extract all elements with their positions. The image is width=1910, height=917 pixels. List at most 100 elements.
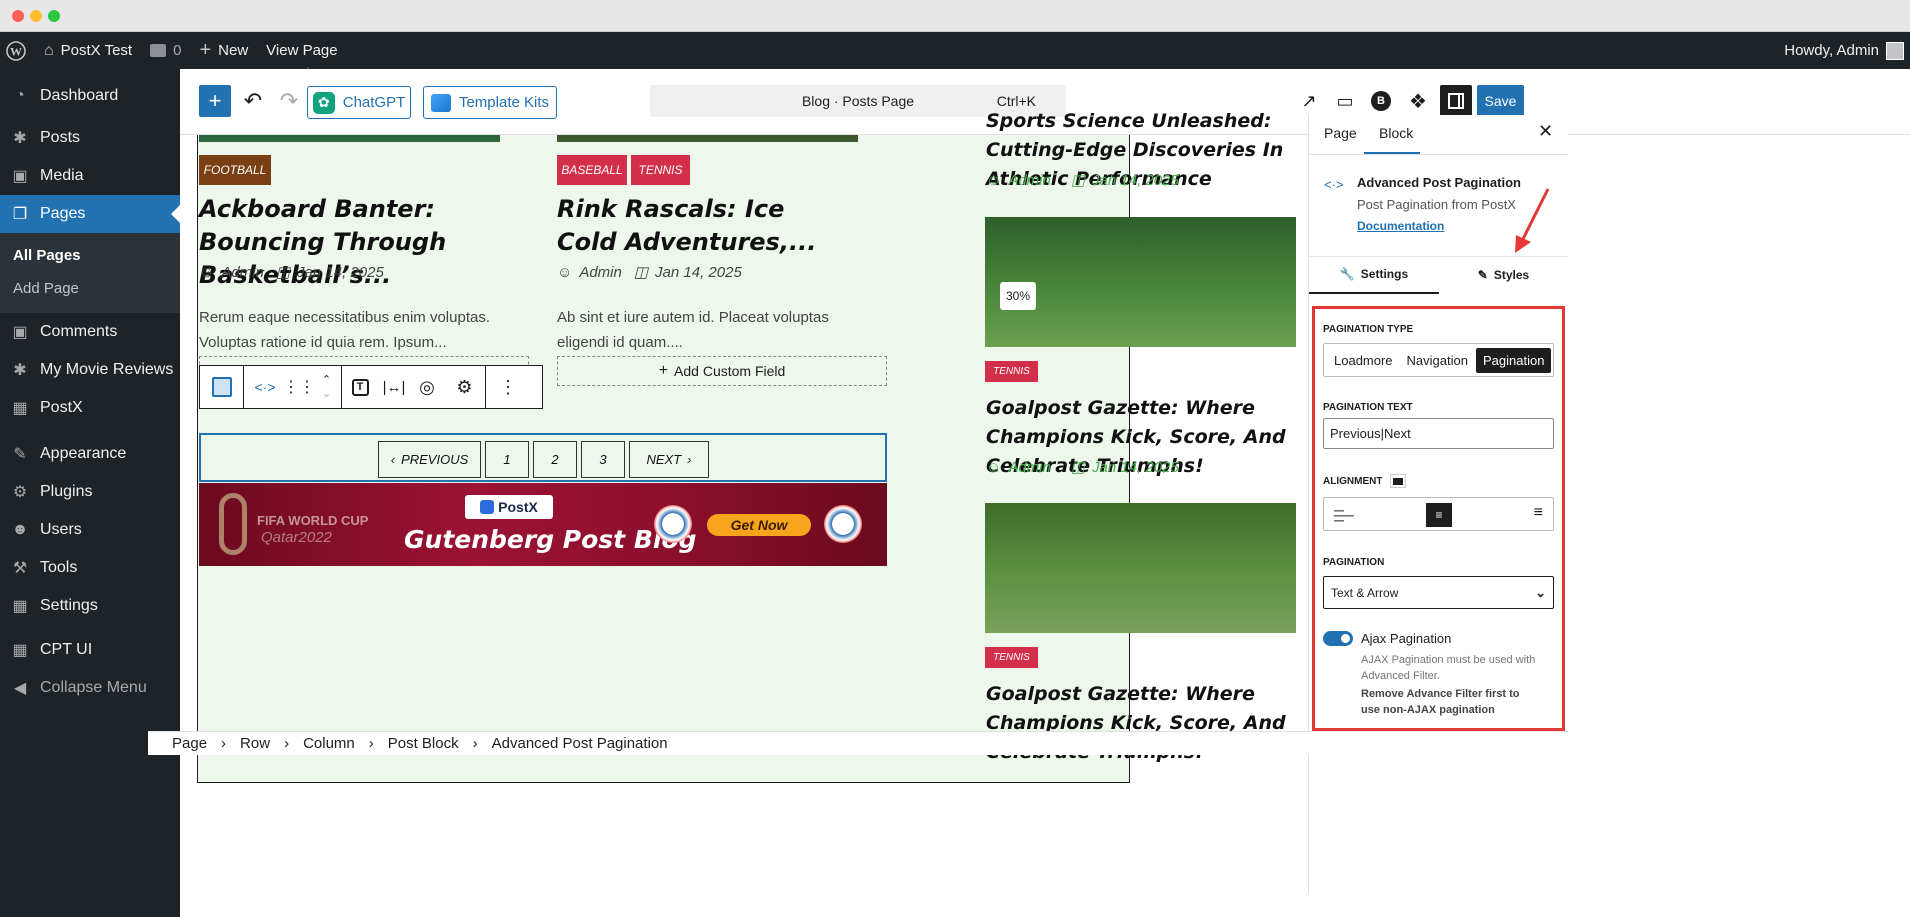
drag-handle-icon[interactable]: ⋮⋮ (283, 366, 315, 408)
close-panel-icon[interactable]: ✕ (1538, 121, 1553, 142)
pagination-page-3[interactable]: 3 (581, 441, 625, 478)
postx-builder-icon[interactable]: ❖ (1402, 85, 1434, 117)
football-icon (824, 505, 862, 543)
pagination-style-select[interactable]: Text & Arrow ⌄ (1323, 576, 1554, 609)
sidebar-item-settings[interactable]: ▦ Settings (0, 587, 180, 625)
sidebar-item-tools[interactable]: ⚒ Tools (0, 549, 180, 587)
align-right-icon[interactable]: ≡ (1534, 504, 1543, 522)
right-post-image-soccer[interactable]: 30% (985, 217, 1296, 347)
chatgpt-button[interactable] (307, 67, 309, 69)
breadcrumb-row[interactable]: Row (240, 735, 270, 752)
sidebar-item-postx[interactable]: ▦ PostX (0, 389, 180, 427)
document-title: Blog · Posts Page (801, 93, 915, 109)
author-name[interactable]: Admin (579, 264, 622, 281)
sidebar-item-movie-reviews[interactable]: ✱ My Movie Reviews (0, 351, 180, 389)
breadcrumb-page[interactable]: Page (172, 735, 207, 752)
post-meta-mid: ☺ Admin ◫ Jan 14, 2025 (557, 263, 742, 282)
close-window-button[interactable] (12, 10, 24, 22)
device-preview-icon[interactable]: ▭ (1329, 85, 1361, 117)
pagination-page-1[interactable]: 1 (485, 441, 529, 478)
sidebar-item-appearance[interactable]: ✎ Appearance (0, 435, 180, 473)
category-tag-baseball[interactable]: BASEBALL (557, 155, 627, 185)
minimize-window-button[interactable] (30, 10, 42, 22)
pagination-next-button[interactable]: NEXT › (629, 441, 709, 478)
align-left-icon[interactable]: ─ ── ─ (1334, 503, 1354, 527)
type-navigation-option[interactable]: Navigation (1401, 348, 1474, 373)
pagination-text-input[interactable]: Previous|Next (1323, 418, 1554, 449)
breadcrumb-post-block[interactable]: Post Block (388, 735, 459, 752)
post-image-baseball[interactable]: 20 (557, 135, 858, 142)
desktop-icon[interactable] (1390, 474, 1407, 488)
plugin-b-icon[interactable]: B (1365, 85, 1397, 117)
type-loadmore-option[interactable]: Loadmore (1328, 348, 1399, 373)
comments-count: 0 (173, 42, 182, 59)
breadcrumb-separator-icon: › (472, 735, 478, 752)
author-name[interactable]: Admin (221, 264, 264, 281)
pagination-previous-button[interactable]: ‹ PREVIOUS (378, 441, 481, 478)
chatgpt-launch-button[interactable]: ✿ ChatGPT (307, 86, 411, 119)
redo-icon[interactable]: ↷ (273, 85, 305, 117)
save-button[interactable]: Save (1477, 85, 1524, 117)
view-page-link[interactable]: View Page (257, 32, 346, 69)
add-custom-field-button[interactable]: + Add Custom Field (557, 356, 887, 386)
tab-page[interactable]: Page (1324, 125, 1357, 141)
submenu-add-page[interactable]: Add Page (0, 272, 180, 305)
my-account-link[interactable]: Howdy, Admin (1775, 32, 1910, 69)
sidebar-item-posts[interactable]: ✱ Posts (0, 119, 180, 157)
more-options-icon[interactable]: ⋮ (486, 366, 530, 408)
right-post-image-rugby[interactable] (985, 503, 1296, 633)
brush-icon: ✎ (1477, 268, 1488, 282)
typography-icon[interactable]: T (342, 366, 378, 408)
palette-icon[interactable]: ◎ (410, 366, 444, 408)
category-tag-football[interactable]: FOOTBALL (199, 155, 271, 185)
block-type-button[interactable] (200, 366, 244, 408)
post-image-football[interactable] (199, 135, 500, 142)
width-icon[interactable]: |↔| (378, 366, 410, 408)
tab-block[interactable]: Block (1379, 125, 1413, 141)
get-now-button[interactable]: Get Now (707, 514, 811, 536)
breadcrumb-column[interactable]: Column (303, 735, 355, 752)
sidebar-item-dashboard[interactable]: ◔ Dashboard (0, 77, 180, 115)
collapse-menu-button[interactable]: ◀ Collapse Menu (0, 669, 180, 707)
sidebar-item-comments[interactable]: ▣ Comments (0, 313, 180, 351)
add-block-button[interactable]: + (199, 85, 231, 117)
window-titlebar (0, 0, 1910, 32)
move-up-down-icon[interactable]: ⌃ ⌄ (312, 366, 342, 408)
maximize-window-button[interactable] (48, 10, 60, 22)
post-excerpt-left: Rerum eaque necessitatibus enim voluptas… (199, 309, 490, 351)
promo-banner[interactable]: FIFA WORLD CUP Qatar2022 PostX Gutenberg… (199, 483, 887, 566)
comments-link[interactable]: 0 (141, 32, 190, 69)
category-tag-tennis[interactable]: TENNIS (631, 155, 690, 185)
pagination-block-icon[interactable]: <·> (244, 366, 286, 408)
new-content-link[interactable]: + New (190, 32, 257, 69)
gear-icon[interactable]: ⚙ (444, 366, 486, 408)
site-name-link[interactable]: ⌂ PostX Test (35, 32, 141, 69)
undo-icon[interactable]: ↶ (237, 85, 269, 117)
pagination-type-label: PAGINATION TYPE (1323, 324, 1414, 335)
align-center-icon[interactable]: ≡ (1426, 503, 1452, 527)
type-pagination-option[interactable]: Pagination (1475, 347, 1552, 373)
sidebar-item-cpt-ui[interactable]: ▦ CPT UI (0, 631, 180, 669)
sidebar-item-pages[interactable]: ❐ Pages (0, 195, 180, 233)
tab-styles[interactable]: ✎ Styles (1439, 256, 1568, 294)
pagination-page-2[interactable]: 2 (533, 441, 577, 478)
author-name[interactable]: Admin (1008, 459, 1051, 476)
sidebar-item-users[interactable]: ☻ Users (0, 511, 180, 549)
post-title-mid[interactable]: Rink Rascals: Ice Cold Adventures,... (557, 193, 827, 259)
documentation-link[interactable]: Documentation (1357, 219, 1444, 233)
view-page-external-icon[interactable]: ↗ (1293, 85, 1325, 117)
tab-settings[interactable]: 🔧 Settings (1309, 256, 1439, 294)
sidebar-item-media[interactable]: ▣ Media (0, 157, 180, 195)
right-post-tag-tennis-2[interactable]: TENNIS (985, 647, 1038, 668)
dashboard-icon: ◔ (15, 87, 25, 104)
settings-sidebar-toggle-icon[interactable] (1440, 85, 1472, 117)
sidebar-item-plugins[interactable]: ⚙ Plugins (0, 473, 180, 511)
wordpress-logo-icon[interactable]: W (0, 32, 35, 69)
right-post-tag-tennis[interactable]: TENNIS (985, 361, 1038, 382)
submenu-all-pages[interactable]: All Pages (0, 239, 180, 272)
author-name[interactable]: Admin (1008, 172, 1051, 189)
qatar-wordmark: Qatar2022 (261, 529, 332, 546)
template-kits-button[interactable]: Template Kits (423, 86, 557, 119)
ajax-pagination-toggle[interactable] (1323, 631, 1353, 646)
sidebar-item-label: My Movie Reviews (40, 361, 174, 378)
